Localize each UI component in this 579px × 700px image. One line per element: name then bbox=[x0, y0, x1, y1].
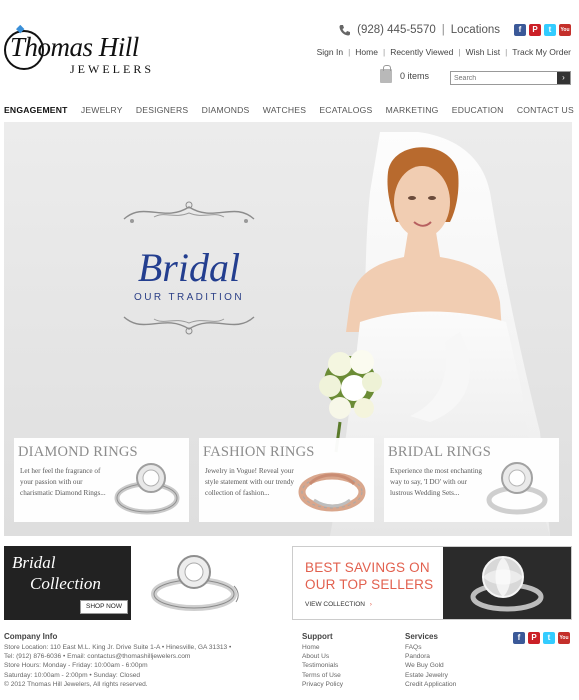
footer-text[interactable]: Tel: (912) 876-6036 • Email: contactus@t… bbox=[4, 652, 231, 661]
promo-description: Let her feel the fragrance of your passi… bbox=[20, 467, 106, 497]
savings-line1: BEST SAVINGS ON bbox=[305, 560, 430, 575]
footer-link[interactable]: We Buy Gold bbox=[405, 661, 456, 670]
footer-text: © 2012 Thomas Hill Jewelers, All rights … bbox=[4, 680, 148, 688]
facebook-icon[interactable]: f bbox=[514, 24, 526, 36]
footer-link[interactable]: Pandora bbox=[405, 652, 456, 661]
footer-link[interactable]: Testimonials bbox=[302, 661, 343, 670]
divider: | bbox=[441, 24, 445, 36]
nav-ecatalogs[interactable]: ECATALOGS bbox=[319, 100, 372, 120]
nav-watches[interactable]: WATCHES bbox=[263, 100, 306, 120]
footer-heading: Support bbox=[302, 632, 333, 641]
bottom-ornament-icon bbox=[123, 316, 255, 335]
nav-marketing[interactable]: MARKETING bbox=[386, 100, 439, 120]
divider: | bbox=[382, 47, 386, 57]
promo-diamond-rings[interactable]: DIAMOND RINGS Let her feel the fragrance… bbox=[14, 438, 189, 522]
nav-contact-us[interactable]: CONTACT US bbox=[517, 100, 574, 120]
footer-link[interactable]: About Us bbox=[302, 652, 343, 661]
cart-count: 0 items bbox=[400, 71, 430, 81]
banner-title-line2: Collection bbox=[30, 574, 101, 593]
footer-services: Services FAQs Pandora We Buy Gold Estate… bbox=[405, 632, 456, 689]
nav-education[interactable]: EDUCATION bbox=[452, 100, 504, 120]
shopping-bag-icon bbox=[380, 65, 392, 83]
footer-social: f P t You bbox=[513, 632, 570, 644]
contact-bar: (928) 445-5570 | Locations f P t You bbox=[339, 22, 571, 38]
search-input[interactable] bbox=[451, 72, 557, 84]
wish-list-link[interactable]: Wish List bbox=[466, 47, 500, 57]
hero-banner[interactable]: Bridal OUR TRADITION DIAMOND RINGS Let h… bbox=[4, 122, 572, 536]
promo-description: Jewelry in Vogue! Reveal your style stat… bbox=[205, 467, 295, 497]
diamond-ring-icon bbox=[114, 463, 180, 515]
header-social: f P t You bbox=[514, 24, 571, 36]
chevron-right-icon: › bbox=[369, 601, 372, 608]
promo-fashion-rings[interactable]: FASHION RINGS Jewelry in Vogue! Reveal y… bbox=[199, 438, 374, 522]
home-link[interactable]: Home bbox=[355, 47, 378, 57]
footer-link[interactable]: Estate Jewelry bbox=[405, 671, 456, 680]
youtube-icon[interactable]: You bbox=[558, 632, 570, 644]
engagement-ring-icon bbox=[151, 555, 239, 611]
cart-summary[interactable]: 0 items bbox=[380, 65, 430, 83]
bridal-tradition-logo: Bridal OUR TRADITION bbox=[114, 197, 264, 337]
brand-logo[interactable]: ◆ Thomas Hill JEWELERS bbox=[4, 24, 151, 76]
footer-support: Support Home About Us Testimonials Terms… bbox=[302, 632, 343, 689]
footer-heading: Services bbox=[405, 632, 438, 641]
search-box: › bbox=[450, 71, 571, 85]
brand-subtitle: JEWELERS bbox=[70, 62, 154, 76]
top-ornament-icon bbox=[123, 201, 255, 223]
fashion-ring-icon bbox=[298, 472, 366, 512]
divider: | bbox=[348, 47, 351, 57]
footer-text: Saturday: 10:00am - 2:00pm • Sunday: Clo… bbox=[4, 671, 141, 679]
brand-name: Thomas Hill bbox=[10, 32, 139, 62]
footer-link[interactable]: Terms of Use bbox=[302, 671, 343, 680]
pinwheel-ring-icon bbox=[470, 556, 544, 612]
footer-link[interactable]: Credit Application bbox=[405, 680, 456, 689]
track-order-link[interactable]: Track My Order bbox=[512, 47, 571, 57]
view-collection-link[interactable]: VIEW COLLECTION › bbox=[305, 601, 372, 608]
bridal-collection-banner[interactable]: Bridal Collection SHOP NOW bbox=[4, 546, 286, 620]
divider: | bbox=[458, 47, 461, 57]
view-collection-label: VIEW COLLECTION bbox=[305, 601, 365, 608]
search-go-button[interactable]: › bbox=[557, 72, 570, 84]
hero-title: Bridal bbox=[137, 245, 241, 290]
recently-viewed-link[interactable]: Recently Viewed bbox=[390, 47, 453, 57]
facebook-icon[interactable]: f bbox=[513, 632, 525, 644]
pinterest-icon[interactable]: P bbox=[528, 632, 540, 644]
nav-engagement[interactable]: ENGAGEMENT bbox=[4, 100, 68, 120]
hero-subtitle: OUR TRADITION bbox=[134, 292, 244, 303]
banner-title-line1: Bridal bbox=[12, 553, 56, 572]
sign-in-link[interactable]: Sign In bbox=[317, 47, 343, 57]
main-nav: ENGAGEMENT JEWELRY DESIGNERS DIAMONDS WA… bbox=[0, 100, 579, 120]
footer-link[interactable]: FAQs bbox=[405, 643, 456, 652]
pinterest-icon[interactable]: P bbox=[529, 24, 541, 36]
divider: | bbox=[505, 47, 508, 57]
nav-jewelry[interactable]: JEWELRY bbox=[81, 100, 123, 120]
best-savings-banner[interactable]: BEST SAVINGS ON OUR TOP SELLERS VIEW COL… bbox=[292, 546, 572, 620]
banner-dark-panel: Bridal Collection SHOP NOW bbox=[4, 546, 131, 620]
phone-number[interactable]: (928) 445-5570 bbox=[357, 24, 436, 36]
twitter-icon[interactable]: t bbox=[544, 24, 556, 36]
footer-link[interactable]: Home bbox=[302, 643, 343, 652]
footer-company-info: Company Info Store Location: 110 East M.… bbox=[4, 632, 231, 689]
shop-now-button[interactable]: SHOP NOW bbox=[80, 600, 128, 614]
nav-designers[interactable]: DESIGNERS bbox=[136, 100, 188, 120]
locations-link[interactable]: Locations bbox=[451, 24, 500, 36]
site-footer: Company Info Store Location: 110 East M.… bbox=[4, 632, 574, 692]
nav-diamonds[interactable]: DIAMONDS bbox=[202, 100, 250, 120]
footer-link[interactable]: Privacy Policy bbox=[302, 680, 343, 689]
savings-line2: OUR TOP SELLERS bbox=[305, 577, 434, 592]
phone-icon bbox=[339, 25, 351, 36]
promo-description: Experience the most enchanting way to sa… bbox=[390, 467, 483, 497]
youtube-icon[interactable]: You bbox=[559, 24, 571, 36]
promo-bridal-rings[interactable]: BRIDAL RINGS Experience the most enchant… bbox=[384, 438, 559, 522]
footer-heading: Company Info bbox=[4, 632, 58, 641]
promo-title: BRIDAL RINGS bbox=[388, 444, 491, 460]
utility-links: Sign In | Home | Recently Viewed | Wish Lis… bbox=[317, 47, 571, 57]
savings-headline: BEST SAVINGS ON OUR TOP SELLERS bbox=[305, 559, 433, 593]
savings-dark-panel bbox=[443, 547, 571, 619]
twitter-icon[interactable]: t bbox=[543, 632, 555, 644]
footer-text: Store Location: 110 East M.L. King Jr. D… bbox=[4, 644, 232, 651]
footer-text: Store Hours: Monday - Friday: 10:00am - … bbox=[4, 662, 148, 670]
bridal-ring-icon bbox=[486, 462, 548, 515]
